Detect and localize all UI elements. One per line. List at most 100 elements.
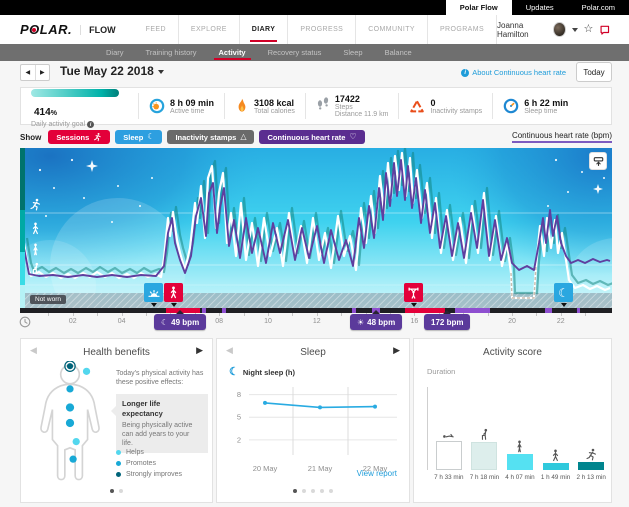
page-dot[interactable]: [293, 489, 297, 493]
subnav-diary[interactable]: Diary: [95, 44, 135, 61]
filter-row: Show Sessions Sleep☾ Inactivity stamps△ …: [20, 129, 612, 145]
filter-sleep[interactable]: Sleep☾: [115, 130, 162, 144]
nav-item-progress[interactable]: PROGRESS: [288, 15, 356, 44]
score-bar[interactable]: [507, 454, 533, 470]
print-chart-button[interactable]: [589, 152, 607, 170]
filter-sessions[interactable]: Sessions: [48, 130, 110, 144]
about-chr-link[interactable]: iAbout Continuous heart rate: [461, 68, 566, 77]
page-dot[interactable]: [311, 489, 315, 493]
score-bars: [431, 387, 609, 470]
continuous-hr-chart[interactable]: Not worn ☾: [20, 148, 612, 313]
sub-nav: Diary Training history Activity Recovery…: [0, 44, 629, 61]
axis-hour-label: 16: [410, 318, 418, 325]
axis-tick: [341, 313, 342, 316]
legend-helps: Helps: [126, 449, 144, 456]
view-report-link[interactable]: View report: [357, 469, 397, 478]
notification-flag-icon[interactable]: [599, 23, 611, 37]
health-next-arrow[interactable]: ▶: [196, 346, 203, 355]
page-dot[interactable]: [320, 489, 324, 493]
sleep-point[interactable]: [263, 401, 267, 405]
max-hr-badge[interactable]: 172 bpm: [424, 314, 470, 330]
stat-sleep-time: 6 h 22 minSleep time: [493, 93, 578, 119]
stat-inactivity: 0Inactivity stamps: [399, 93, 493, 119]
avatar[interactable]: [553, 22, 566, 37]
lying-icon: [441, 427, 456, 440]
subnav-recovery-status[interactable]: Recovery status: [257, 44, 333, 61]
tab-polar-flow[interactable]: Polar Flow: [446, 0, 512, 15]
page-dot[interactable]: [329, 489, 333, 493]
score-bar[interactable]: [471, 442, 497, 470]
axis-tick: [561, 313, 562, 316]
heart-icon: ♡: [349, 133, 356, 141]
moon-icon: ☾: [161, 318, 168, 327]
nav-item-community[interactable]: COMMUNITY: [356, 15, 428, 44]
tile-pointer: [171, 303, 177, 307]
nav-user-area: Joanna Hamilton ☆: [497, 21, 629, 39]
nav-item-diary[interactable]: DIARY: [240, 15, 289, 44]
svg-text:21 May: 21 May: [308, 464, 333, 473]
inactivity-label: Inactivity stamps: [430, 108, 482, 115]
axis-tick: [97, 313, 98, 316]
intensity-scale: [20, 148, 25, 308]
subnav-activity[interactable]: Activity: [208, 44, 257, 61]
axis-hour-label: 04: [118, 318, 126, 325]
today-button[interactable]: Today: [576, 62, 612, 82]
health-pagination: [21, 489, 212, 493]
axis-tick: [488, 313, 489, 316]
page-dot[interactable]: [302, 489, 306, 493]
page-dot[interactable]: [110, 489, 114, 493]
inactivity-triangle-icon: [409, 99, 425, 114]
info-icon: i: [461, 69, 469, 77]
sleep-point[interactable]: [318, 405, 322, 409]
nav-menu: FEED EXPLORE DIARY PROGRESS COMMUNITY PR…: [134, 15, 497, 44]
score-bar[interactable]: [436, 441, 462, 470]
sleep-next-arrow[interactable]: ▶: [393, 346, 400, 355]
axis-tick: [219, 313, 220, 316]
chevron-down-icon[interactable]: [572, 28, 578, 32]
score-col-walking: [538, 387, 574, 470]
goal-info-icon[interactable]: i: [87, 121, 94, 128]
subnav-training-history[interactable]: Training history: [135, 44, 208, 61]
goal-percent-unit: %: [51, 110, 57, 117]
calories-value: 3108 kcal: [254, 98, 295, 108]
tab-polar-com[interactable]: Polar.com: [568, 0, 629, 15]
score-label: 7 h 33 min: [431, 474, 467, 481]
polar-logo[interactable]: POLAR.: [20, 22, 72, 37]
hr-chart-plot[interactable]: [20, 148, 612, 313]
nav-item-explore[interactable]: EXPLORE: [179, 15, 240, 44]
strength-session-tile[interactable]: [404, 283, 423, 302]
filter-inactivity-label: Inactivity stamps: [175, 133, 236, 142]
score-col-lying: [431, 387, 467, 470]
walk-session-tile[interactable]: [164, 283, 183, 302]
bedtime-moon-tile[interactable]: ☾: [554, 283, 573, 302]
running-icon: [585, 448, 598, 461]
score-bar[interactable]: [578, 462, 604, 471]
filter-sessions-label: Sessions: [56, 133, 89, 142]
axis-tick: [292, 313, 293, 316]
wakeup-sunrise-tile[interactable]: [144, 283, 163, 302]
sleep-mini-chart[interactable]: 8 5 2 20 May 21 May 22 May: [227, 379, 403, 479]
axis-hour-label: 02: [69, 318, 77, 325]
subnav-sleep[interactable]: Sleep: [332, 44, 373, 61]
tab-updates[interactable]: Updates: [512, 0, 568, 15]
nav-item-programs[interactable]: PROGRAMS: [428, 15, 497, 44]
sleep-min-hr-badge[interactable]: ☾49 bpm: [154, 314, 206, 330]
score-bar[interactable]: [543, 463, 569, 470]
date-title[interactable]: Tue May 22 2018: [60, 64, 164, 78]
prev-day-button[interactable]: ◀: [21, 65, 36, 80]
max-hr-value: 172 bpm: [431, 318, 463, 327]
not-worn-band: [20, 293, 612, 308]
filter-inactivity[interactable]: Inactivity stamps△: [167, 130, 254, 144]
day-min-hr-badge[interactable]: ☀48 bpm: [350, 314, 402, 330]
moon-icon: ☾: [229, 367, 239, 378]
user-name[interactable]: Joanna Hamilton: [497, 21, 547, 39]
subnav-balance[interactable]: Balance: [374, 44, 423, 61]
nav-item-feed[interactable]: FEED: [134, 15, 179, 44]
score-col-running: [573, 387, 609, 470]
filter-continuous-hr[interactable]: Continuous heart rate♡: [259, 130, 364, 144]
page-dot[interactable]: [119, 489, 123, 493]
top-bar: Polar Flow Updates Polar.com: [0, 0, 629, 15]
favorites-star-icon[interactable]: ☆: [584, 24, 594, 35]
sleep-point[interactable]: [373, 405, 377, 409]
next-day-button[interactable]: ▶: [36, 65, 50, 80]
